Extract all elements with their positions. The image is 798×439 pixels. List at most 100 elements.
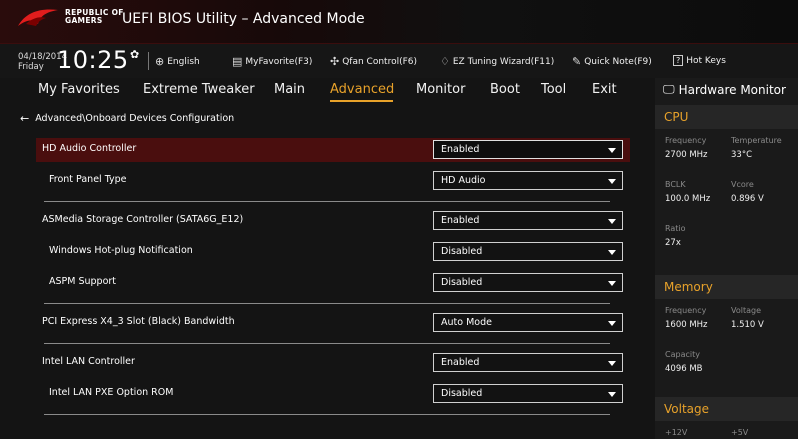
memory-voltage-label: Voltage <box>731 306 762 315</box>
memory-frequency-value: 1600 MHz <box>665 320 708 330</box>
setting-label: ASPM Support <box>49 276 117 287</box>
voltage-section-header: Voltage <box>655 397 798 421</box>
setting-pcie-x4-3-bandwidth[interactable]: PCI Express X4_3 Slot (Black) Bandwidth … <box>36 311 630 335</box>
chevron-down-icon <box>608 392 616 397</box>
globe-icon: ⊕ <box>155 55 165 68</box>
bclk-label: BCLK <box>665 180 686 189</box>
dropdown-value: Enabled <box>441 144 480 155</box>
dropdown-value: Disabled <box>441 246 483 257</box>
breadcrumb-path: Advanced\Onboard Devices Configuration <box>35 113 235 124</box>
tab-monitor[interactable]: Monitor <box>416 82 465 97</box>
title-bar: REPUBLIC OF GAMERS UEFI BIOS Utility – A… <box>0 0 798 44</box>
hardware-monitor-title: Hardware Monitor <box>678 82 786 97</box>
myfavorite-button[interactable]: ▤ MyFavorite(F3) <box>232 55 312 68</box>
active-tab-indicator <box>330 100 393 102</box>
dropdown-value: Auto Mode <box>441 317 492 328</box>
setting-aspm-support[interactable]: ASPM Support Disabled <box>36 271 630 295</box>
setting-label: Intel LAN PXE Option ROM <box>49 387 174 398</box>
monitor-icon: 🖵 <box>663 82 675 96</box>
breadcrumb: ← Advanced\Onboard Devices Configuration <box>20 112 234 125</box>
tab-exit[interactable]: Exit <box>592 82 617 97</box>
setting-label: Windows Hot-plug Notification <box>49 245 193 256</box>
toolbar-divider <box>148 52 149 70</box>
setting-label: Intel LAN Controller <box>42 356 135 367</box>
setting-label: HD Audio Controller <box>42 143 137 154</box>
tab-extreme-tweaker[interactable]: Extreme Tweaker <box>143 82 255 97</box>
section-divider <box>44 201 610 202</box>
setting-windows-hot-plug-notification[interactable]: Windows Hot-plug Notification Disabled <box>36 240 630 264</box>
back-arrow-icon[interactable]: ← <box>20 112 29 125</box>
note-icon: ✎ <box>572 55 582 68</box>
language-button[interactable]: ⊕ English <box>155 55 200 68</box>
setting-asmedia-storage-controller[interactable]: ASMedia Storage Controller (SATA6G_E12) … <box>36 209 630 233</box>
v12-label: +12V <box>665 428 688 437</box>
setting-label: Front Panel Type <box>49 174 127 185</box>
gear-icon[interactable]: ✿ <box>130 48 139 61</box>
setting-dropdown[interactable]: HD Audio <box>433 171 623 190</box>
rog-logo-icon <box>18 9 58 26</box>
setting-dropdown[interactable]: Enabled <box>433 140 623 159</box>
hotkeys-button[interactable]: ? Hot Keys <box>673 55 726 66</box>
ez-tuning-label: EZ Tuning Wizard(F11) <box>452 56 555 67</box>
chevron-down-icon <box>608 321 616 326</box>
tab-advanced[interactable]: Advanced <box>330 82 394 97</box>
dropdown-value: Enabled <box>441 357 480 368</box>
setting-dropdown[interactable]: Enabled <box>433 353 623 372</box>
cpu-temperature-label: Temperature <box>731 136 782 145</box>
setting-dropdown[interactable]: Disabled <box>433 242 623 261</box>
setting-front-panel-type[interactable]: Front Panel Type HD Audio <box>36 169 630 193</box>
dropdown-value: Disabled <box>441 388 483 399</box>
tab-boot[interactable]: Boot <box>490 82 520 97</box>
ratio-label: Ratio <box>665 224 686 233</box>
memory-voltage-value: 1.510 V <box>731 320 764 330</box>
setting-dropdown[interactable]: Disabled <box>433 384 623 403</box>
setting-label: PCI Express X4_3 Slot (Black) Bandwidth <box>42 316 235 327</box>
main-nav: My Favorites Extreme Tweaker Main Advanc… <box>0 78 640 104</box>
v5-label: +5V <box>731 428 749 437</box>
setting-label: ASMedia Storage Controller (SATA6G_E12) <box>42 214 244 225</box>
cpu-section-title: CPU <box>664 110 689 124</box>
qfan-button[interactable]: ✣ Qfan Control(F6) <box>330 55 417 68</box>
section-divider <box>44 414 610 415</box>
hardware-monitor-header: 🖵 Hardware Monitor <box>663 82 786 97</box>
memory-section-header: Memory <box>655 275 798 299</box>
memory-capacity-value: 4096 MB <box>665 364 703 374</box>
memory-frequency-label: Frequency <box>665 306 707 315</box>
hardware-monitor-panel: 🖵 Hardware Monitor CPU Frequency Tempera… <box>655 78 798 439</box>
setting-dropdown[interactable]: Disabled <box>433 273 623 292</box>
app-title: UEFI BIOS Utility – Advanced Mode <box>122 11 365 27</box>
tab-my-favorites[interactable]: My Favorites <box>38 82 120 97</box>
ez-tuning-button[interactable]: ♢ EZ Tuning Wizard(F11) <box>440 55 554 68</box>
vcore-label: Vcore <box>731 180 754 189</box>
section-divider <box>44 303 610 304</box>
memory-section-title: Memory <box>664 280 713 294</box>
chevron-down-icon <box>608 281 616 286</box>
bclk-value: 100.0 MHz <box>665 194 711 204</box>
qfan-label: Qfan Control(F6) <box>342 56 418 67</box>
chevron-down-icon <box>608 179 616 184</box>
brand-line2: GAMERS <box>65 16 103 25</box>
tab-tool[interactable]: Tool <box>541 82 566 97</box>
dropdown-value: HD Audio <box>441 175 486 186</box>
favorite-list-icon: ▤ <box>232 55 243 68</box>
chevron-down-icon <box>608 361 616 366</box>
ratio-value: 27x <box>665 238 681 248</box>
fan-icon: ✣ <box>330 55 340 68</box>
hotkeys-key-icon: ? <box>673 55 684 66</box>
toolbar: 04/18/2014 Friday 10:25 ✿ ⊕ English ▤ My… <box>0 44 798 78</box>
cpu-temperature-value: 33°C <box>731 150 753 160</box>
lightbulb-icon: ♢ <box>440 55 450 68</box>
setting-hd-audio-controller[interactable]: HD Audio Controller Enabled <box>36 138 630 162</box>
setting-intel-lan-pxe-option-rom[interactable]: Intel LAN PXE Option ROM Disabled <box>36 382 630 406</box>
quick-note-label: Quick Note(F9) <box>584 56 652 67</box>
chevron-down-icon <box>608 148 616 153</box>
tab-main[interactable]: Main <box>274 82 305 97</box>
quick-note-button[interactable]: ✎ Quick Note(F9) <box>572 55 652 68</box>
cpu-frequency-value: 2700 MHz <box>665 150 708 160</box>
hotkeys-label: Hot Keys <box>686 55 726 66</box>
chevron-down-icon <box>608 219 616 224</box>
setting-dropdown[interactable]: Auto Mode <box>433 313 623 332</box>
setting-intel-lan-controller[interactable]: Intel LAN Controller Enabled <box>36 351 630 375</box>
setting-dropdown[interactable]: Enabled <box>433 211 623 230</box>
cpu-section-header: CPU <box>655 105 798 129</box>
